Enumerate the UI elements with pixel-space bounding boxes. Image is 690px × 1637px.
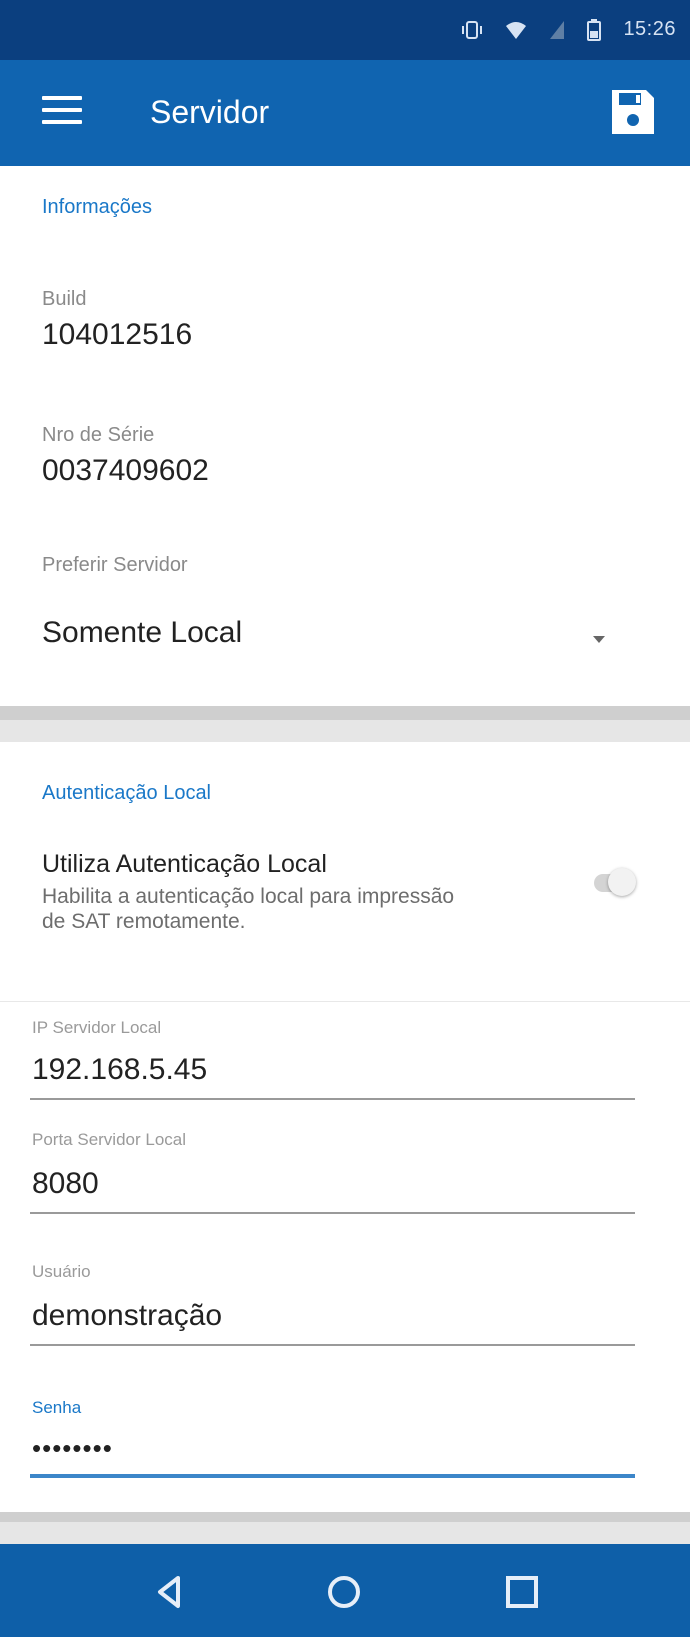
port-underline xyxy=(30,1212,635,1214)
local-auth-switch-title: Utiliza Autenticação Local xyxy=(42,850,327,878)
password-input[interactable] xyxy=(30,1428,635,1468)
home-icon[interactable] xyxy=(322,1570,366,1614)
password-label: Senha xyxy=(32,1398,82,1417)
status-icons: 15:26 xyxy=(461,18,676,41)
build-label: Build xyxy=(42,288,87,310)
user-input[interactable] xyxy=(30,1296,635,1336)
bottom-band xyxy=(0,1512,690,1544)
local-auth-switch-desc: Habilita a autenticação local para impre… xyxy=(42,885,455,933)
ip-label: IP Servidor Local xyxy=(32,1018,162,1037)
ip-input[interactable] xyxy=(30,1050,635,1090)
status-bar: 15:26 xyxy=(0,0,690,60)
password-underline xyxy=(30,1474,635,1478)
serial-value: 0037409602 xyxy=(42,454,209,487)
app-bar: Servidor xyxy=(0,60,690,166)
wifi-icon xyxy=(506,21,527,39)
info-section-title: Informações xyxy=(42,196,153,218)
signal-icon xyxy=(550,20,565,39)
port-label: Porta Servidor Local xyxy=(32,1130,187,1149)
pref-server-label: Preferir Servidor xyxy=(42,554,188,576)
status-time: 15:26 xyxy=(623,18,676,40)
recents-icon[interactable] xyxy=(500,1570,544,1614)
ip-underline xyxy=(30,1098,635,1100)
serial-label: Nro de Série xyxy=(42,424,155,446)
menu-icon[interactable] xyxy=(42,96,82,128)
auth-section-title: Autenticação Local xyxy=(42,782,212,804)
page-title: Servidor xyxy=(150,94,270,130)
save-icon[interactable] xyxy=(610,88,656,136)
user-underline xyxy=(30,1344,635,1346)
section-divider xyxy=(0,706,690,742)
battery-icon xyxy=(587,18,602,41)
pref-server-dropdown[interactable]: Somente Local xyxy=(10,596,690,676)
pref-server-value: Somente Local xyxy=(42,616,243,649)
local-auth-switch-row[interactable]: Utiliza Autenticação Local Habilita a au… xyxy=(10,842,690,950)
back-icon[interactable] xyxy=(148,1570,192,1614)
port-input[interactable] xyxy=(30,1164,635,1204)
chevron-down-icon xyxy=(593,636,605,643)
info-section: Informações Build 104012516 Nro de Série… xyxy=(10,166,690,706)
user-label: Usuário xyxy=(32,1262,91,1281)
vibrate-icon xyxy=(462,20,483,39)
build-value: 104012516 xyxy=(42,318,193,351)
separator xyxy=(0,1001,690,1002)
system-nav-bar xyxy=(0,1544,690,1637)
local-auth-toggle[interactable] xyxy=(590,868,638,898)
